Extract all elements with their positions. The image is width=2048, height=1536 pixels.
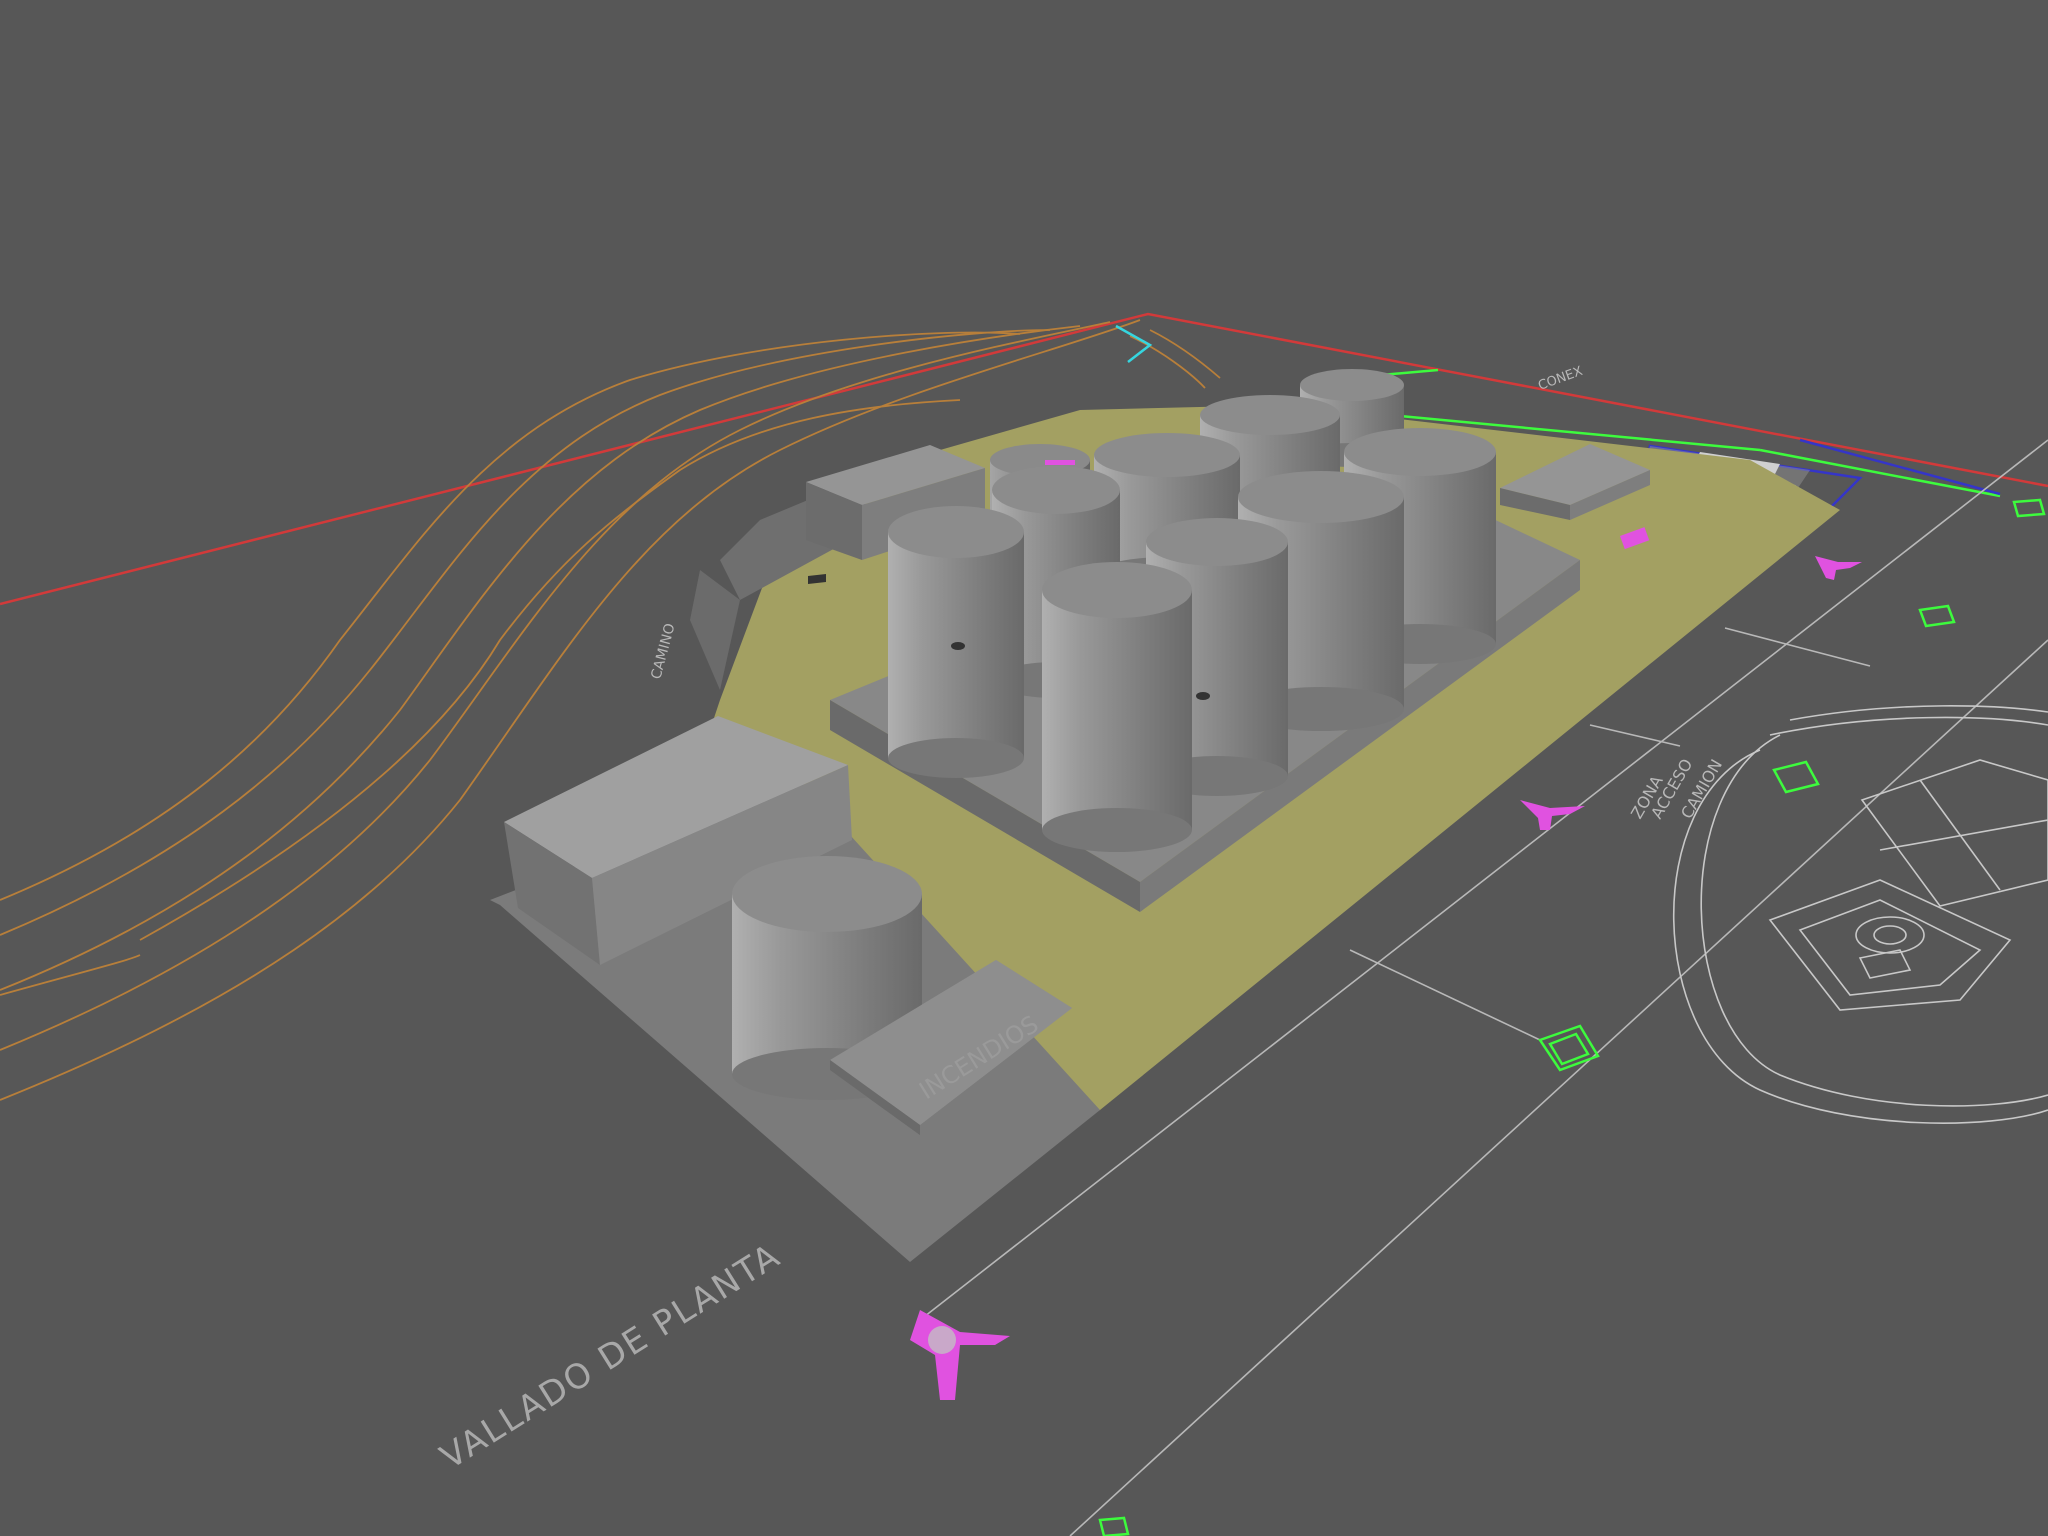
plant-3d-model[interactable]: ZONA ACCESO CAMION CAMINO CONEX INCENDIO… — [0, 0, 2048, 1536]
tank-9 — [888, 506, 1024, 778]
svg-text:CONEX: CONEX — [1536, 364, 1585, 394]
svg-text:CAMINO: CAMINO — [648, 622, 678, 681]
cad-3d-viewport[interactable]: ZONA ACCESO CAMION CAMINO CONEX INCENDIO… — [0, 0, 2048, 1536]
roundabout-outline — [1672, 705, 2048, 1124]
tank-10 — [1042, 562, 1192, 852]
fence-label: VALLADO DE PLANTA — [434, 1236, 788, 1478]
